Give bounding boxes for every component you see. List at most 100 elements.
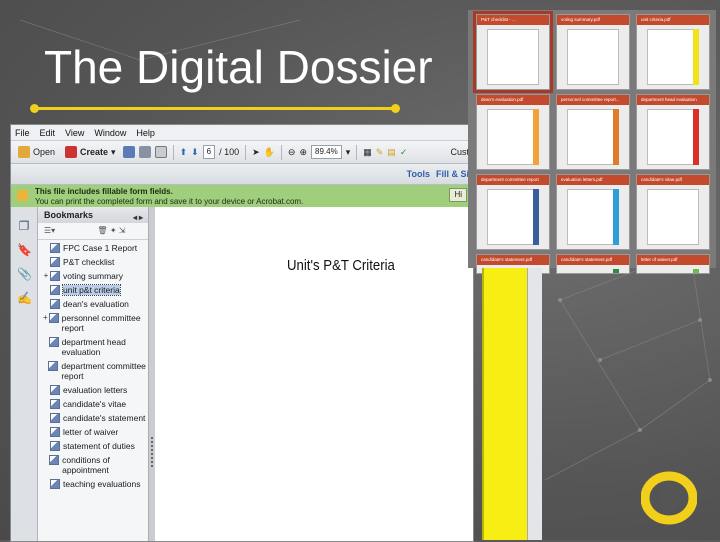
thumbnail-label: candidate's statement.pdf: [557, 255, 629, 265]
file-thumbnail[interactable]: dean's evaluation.pdf: [476, 94, 550, 170]
highlight-icon[interactable]: ▤: [387, 147, 396, 158]
bookmark-item[interactable]: + personnel committee report: [42, 313, 148, 333]
menu-view[interactable]: View: [65, 128, 84, 138]
file-thumbnail[interactable]: department head evaluation: [636, 94, 710, 170]
bookmark-item[interactable]: P&T checklist: [42, 257, 148, 267]
bookmark-label: evaluation letters: [63, 385, 128, 395]
email-icon[interactable]: [154, 146, 167, 158]
bookmark-icon: [50, 427, 60, 437]
bookmark-item[interactable]: candidate's vitae: [42, 399, 148, 409]
zoom-level-input[interactable]: 89.4%: [311, 145, 342, 159]
hand-tool-icon[interactable]: ✋: [264, 147, 275, 158]
thumbnail-label: department head evaluation: [637, 95, 709, 105]
file-thumbnail[interactable]: department committee report: [476, 174, 550, 250]
slide-title: The Digital Dossier: [44, 41, 433, 93]
vertical-scrollbar[interactable]: [527, 268, 542, 540]
attachments-icon[interactable]: 📎: [17, 267, 32, 281]
bookmark-label: personnel committee report: [61, 313, 141, 333]
customize-button[interactable]: Cust: [450, 147, 469, 157]
expand-toggle-icon[interactable]: +: [42, 271, 50, 281]
thumbnail-page: [567, 29, 619, 85]
thumbnail-page: [567, 189, 619, 245]
select-tool-icon[interactable]: ➤: [252, 147, 260, 158]
menu-file[interactable]: File: [15, 128, 30, 138]
page-down-icon[interactable]: ⬇: [191, 147, 199, 158]
thumbnail-label: personnel committee report...: [557, 95, 629, 105]
file-thumbnail[interactable]: candidate's vitae.pdf: [636, 174, 710, 250]
signatures-icon[interactable]: ✍: [17, 291, 32, 305]
file-thumbnail[interactable]: personnel committee report...: [556, 94, 630, 170]
tools-pane-button[interactable]: Tools: [407, 169, 430, 179]
bookmark-item[interactable]: evaluation letters: [42, 385, 148, 395]
comment-icon[interactable]: ✎: [376, 147, 384, 158]
file-thumbnail[interactable]: candidate's statement.pdf: [556, 254, 630, 274]
bookmark-item[interactable]: letter of waiver: [42, 427, 148, 437]
zoom-in-icon[interactable]: ⊕: [299, 147, 307, 158]
zoom-out-icon[interactable]: ⊖: [288, 147, 296, 158]
file-thumbnail[interactable]: voting summary.pdf: [556, 14, 630, 90]
thumbnail-label: P&T checklist - ...: [477, 15, 549, 25]
bookmark-item[interactable]: dean's evaluation: [42, 299, 148, 309]
delete-bookmark-icon[interactable]: 🗑: [97, 226, 107, 235]
page-up-icon[interactable]: ⬆: [180, 147, 188, 158]
bookmark-label: voting summary: [63, 271, 123, 281]
page-number-input[interactable]: 6: [202, 145, 216, 159]
notice-line-1: This file includes fillable form fields.: [35, 187, 173, 196]
bookmark-item[interactable]: department committee report: [42, 361, 148, 381]
toolbar-separator: [356, 144, 358, 160]
yellow-tab-strip: [482, 268, 529, 540]
thumbnail-label: unit criteria.pdf: [637, 15, 709, 25]
bookmark-item[interactable]: statement of duties: [42, 441, 148, 451]
splitter-grip: [151, 437, 153, 467]
bookmark-item[interactable]: unit p&t criteria: [42, 284, 148, 296]
create-button[interactable]: Create ▾: [62, 144, 119, 160]
bookmark-item[interactable]: + voting summary: [42, 271, 148, 281]
highlight-fields-button[interactable]: Hi: [449, 188, 467, 202]
bookmark-label: candidate's statement: [63, 413, 146, 423]
file-thumbnail[interactable]: unit criteria.pdf: [636, 14, 710, 90]
fill-sign-pane-button[interactable]: Fill & Si: [436, 169, 469, 179]
bookmark-item[interactable]: department head evaluation: [42, 337, 148, 357]
bookmark-label: P&T checklist: [63, 257, 115, 267]
bookmark-label: conditions of appointment: [62, 455, 110, 475]
bookmark-icon: [50, 271, 60, 281]
thumbnail-tab-bar: [613, 109, 619, 165]
print-icon[interactable]: [138, 146, 151, 158]
file-thumbnail[interactable]: letter of waiver.pdf: [636, 254, 710, 274]
bookmark-label: candidate's vitae: [63, 399, 127, 409]
bookmark-item[interactable]: FPC Case 1 Report: [42, 243, 148, 253]
thumbnail-label: letter of waiver.pdf: [637, 255, 709, 265]
menu-edit[interactable]: Edit: [40, 128, 56, 138]
sign-icon[interactable]: ✓: [400, 147, 408, 158]
bookmark-item[interactable]: candidate's statement: [42, 413, 148, 423]
bookmark-item[interactable]: teaching evaluations: [42, 479, 148, 489]
thumbnail-tab-bar: [613, 189, 619, 245]
bookmark-label: dean's evaluation: [63, 299, 129, 309]
file-thumbnail[interactable]: evaluation letters.pdf: [556, 174, 630, 250]
thumbnail-page: [647, 29, 699, 85]
bookmark-label: teaching evaluations: [63, 479, 141, 489]
options-icon[interactable]: ☰▾: [44, 226, 55, 235]
thumbnail-label: department committee report: [477, 175, 549, 185]
file-thumbnail[interactable]: P&T checklist - ...: [473, 11, 553, 93]
chevron-down-icon[interactable]: ▾: [346, 147, 351, 158]
expand-toggle-icon[interactable]: +: [42, 313, 49, 323]
save-icon[interactable]: [122, 146, 135, 158]
fit-page-icon[interactable]: ▦: [363, 147, 372, 158]
new-bookmark-icon[interactable]: ✦: [110, 226, 117, 235]
expand-icon[interactable]: ⇲: [119, 226, 126, 235]
bookmark-item[interactable]: conditions of appointment: [42, 455, 148, 475]
bookmark-icon: [48, 337, 59, 347]
thumbnail-label: dean's evaluation.pdf: [477, 95, 549, 105]
page-thumbnails-icon[interactable]: ❐: [17, 219, 31, 233]
bookmark-icon: [50, 257, 60, 267]
document-view: Unit's P&T Criteria: [155, 207, 473, 541]
menu-window[interactable]: Window: [94, 128, 126, 138]
open-button[interactable]: Open: [15, 144, 58, 160]
menu-help[interactable]: Help: [136, 128, 155, 138]
bookmarks-header: Bookmarks ◂▸: [38, 207, 148, 223]
thumbnail-page: [647, 189, 699, 245]
panel-controls[interactable]: ◂▸: [133, 210, 145, 226]
bookmarks-icon[interactable]: 🔖: [17, 243, 32, 257]
page-total: / 100: [219, 147, 240, 157]
